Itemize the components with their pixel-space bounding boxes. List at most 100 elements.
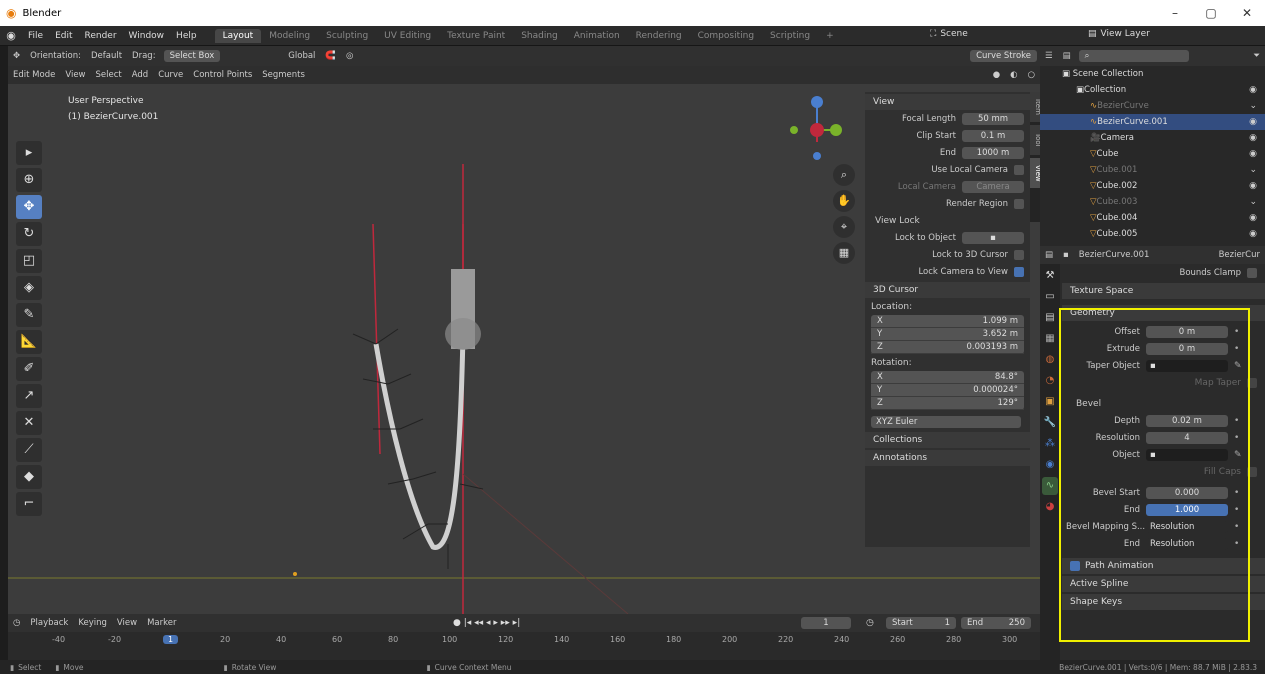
taper-object-field[interactable]: ▪: [1146, 359, 1228, 372]
bevel-mapping-end-dropdown[interactable]: Resolution: [1146, 537, 1228, 550]
viewport-menu-view[interactable]: View: [60, 70, 90, 80]
move-tool-icon[interactable]: ✥: [16, 195, 42, 219]
proportional-edit-icon[interactable]: ◎: [341, 51, 358, 61]
properties-editor[interactable]: ▤ ▪ BezierCurve.001 BezierCur ⚒ ▭ ▤ ▦ ◍ …: [1040, 246, 1265, 660]
visibility-eye-icon[interactable]: ◉: [1249, 85, 1257, 95]
bevel-subpanel[interactable]: Bevel: [1076, 399, 1101, 409]
keyframe-dot[interactable]: •: [1234, 327, 1239, 337]
clip-end-field[interactable]: 1000 m: [962, 146, 1024, 159]
orientation-dropdown[interactable]: Default: [86, 51, 127, 61]
rot-x-value[interactable]: 84.8°: [995, 372, 1018, 382]
output-tab-icon[interactable]: ▤: [1042, 309, 1058, 327]
extrude-tool-icon[interactable]: ↗: [16, 384, 42, 408]
keyframe-dot[interactable]: •: [1234, 433, 1239, 443]
texture-space-panel[interactable]: Texture Space: [1062, 283, 1265, 299]
outliner-item[interactable]: ▽ Cube.002 ◉: [1040, 178, 1265, 194]
visibility-eye-icon[interactable]: ◉: [1249, 149, 1257, 159]
outliner-item[interactable]: ▽ Cube ◉: [1040, 146, 1265, 162]
viewport-menu-segments[interactable]: Segments: [257, 70, 310, 80]
material-tab-icon[interactable]: ◕: [1042, 498, 1058, 516]
view-layer-tab-icon[interactable]: ▦: [1042, 330, 1058, 348]
collections-section-header[interactable]: Collections: [865, 432, 1030, 448]
current-frame-field[interactable]: 1: [801, 617, 851, 629]
bevel-mapping-start-dropdown[interactable]: Resolution: [1146, 520, 1228, 533]
workspace-tab-rendering[interactable]: Rendering: [628, 29, 690, 43]
workspace-tab-layout[interactable]: Layout: [214, 28, 262, 43]
cursor-rotation-vector[interactable]: X 84.8° Y 0.000024° Z 129°: [871, 371, 1024, 410]
keyframe-dot[interactable]: •: [1234, 522, 1239, 532]
outliner-item[interactable]: ∿ BezierCurve.001 ◉: [1040, 114, 1265, 130]
zoom-icon[interactable]: ⌕: [833, 164, 855, 186]
keyframe-dot[interactable]: •: [1234, 416, 1239, 426]
offset-field[interactable]: 0 m: [1146, 325, 1228, 338]
scene-selector[interactable]: ⛶ Scene: [930, 29, 968, 39]
display-mode-icon[interactable]: ▤: [1058, 51, 1076, 61]
outliner-item[interactable]: 🎥 Camera ◉: [1040, 130, 1265, 146]
3d-cursor-section-header[interactable]: 3D Cursor: [865, 282, 1030, 298]
loc-x-value[interactable]: 1.099 m: [983, 316, 1018, 326]
blender-menu-icon[interactable]: ◉: [0, 29, 22, 42]
eyedropper-icon[interactable]: ✎: [1234, 450, 1242, 460]
scene-tab-icon[interactable]: ◍: [1042, 351, 1058, 369]
transform-tool-icon[interactable]: ◈: [16, 276, 42, 300]
modifier-tab-icon[interactable]: 🔧: [1042, 414, 1058, 432]
select-tool-icon[interactable]: ▸: [16, 141, 42, 165]
path-animation-checkbox[interactable]: [1070, 561, 1080, 571]
fill-caps-checkbox[interactable]: [1247, 466, 1257, 477]
workspace-tab-animation[interactable]: Animation: [566, 29, 628, 43]
render-tab-icon[interactable]: ▭: [1042, 288, 1058, 306]
viewport-menu-control-points[interactable]: Control Points: [188, 70, 257, 80]
world-tab-icon[interactable]: ◔: [1042, 372, 1058, 390]
menu-edit[interactable]: Edit: [49, 31, 78, 41]
outliner-item[interactable]: ∿ BezierCurve ⌄: [1040, 98, 1265, 114]
measure-tool-icon[interactable]: 📐: [16, 330, 42, 354]
workspace-tab-shading[interactable]: Shading: [513, 29, 566, 43]
visibility-eye-icon[interactable]: ◉: [1249, 213, 1257, 223]
ortho-grid-icon[interactable]: ▦: [833, 242, 855, 264]
active-spline-panel[interactable]: Active Spline: [1062, 576, 1265, 592]
filter-icon[interactable]: ⏷: [1248, 51, 1265, 61]
drag-dropdown[interactable]: Select Box: [163, 50, 221, 62]
rot-y-value[interactable]: 0.000024°: [973, 385, 1018, 395]
timeline-ruler[interactable]: -40 -20 1 20 40 60 80 100 120 140 160 18…: [8, 632, 1040, 646]
shear-tool-icon[interactable]: ⌐: [16, 492, 42, 516]
timeline-menu-keying[interactable]: Keying: [73, 618, 112, 628]
bevel-end-field[interactable]: 1.000: [1146, 503, 1228, 516]
transform-orientation-dropdown[interactable]: Global: [283, 51, 320, 61]
add-workspace-button[interactable]: +: [818, 29, 842, 43]
mode-dropdown[interactable]: Edit Mode: [8, 70, 60, 80]
curve-data-tab-icon[interactable]: ∿: [1042, 477, 1058, 495]
geometry-panel[interactable]: Geometry: [1062, 305, 1265, 321]
outliner-scene-collection[interactable]: ▣ Scene Collection: [1040, 66, 1265, 82]
map-taper-checkbox[interactable]: [1247, 377, 1257, 388]
properties-editor-type-icon[interactable]: ▤: [1040, 250, 1058, 260]
visibility-eye-icon[interactable]: ◉: [1249, 117, 1257, 127]
timeline-editor[interactable]: ◷ Playback Keying View Marker ● |◂ ◂◂ ◂ …: [8, 614, 1040, 660]
bounds-clamp-checkbox[interactable]: [1247, 267, 1257, 278]
visibility-eye-icon[interactable]: ◉: [1249, 229, 1257, 239]
path-animation-panel[interactable]: Path Animation: [1062, 558, 1265, 574]
rotation-mode-dropdown[interactable]: XYZ Euler: [871, 415, 1021, 428]
radius-tool-icon[interactable]: ✕: [16, 411, 42, 435]
timeline-menu-view[interactable]: View: [112, 618, 142, 628]
workspace-tab-compositing[interactable]: Compositing: [690, 29, 762, 43]
outliner-item[interactable]: ▽ Cube.003 ⌄: [1040, 194, 1265, 210]
viewport-menu-add[interactable]: Add: [127, 70, 153, 80]
keyframe-dot[interactable]: •: [1234, 344, 1239, 354]
use-local-camera-checkbox[interactable]: [1014, 164, 1024, 175]
timeline-menu-playback[interactable]: Playback: [25, 618, 73, 628]
visibility-eye-icon[interactable]: ◉: [1249, 181, 1257, 191]
annotate-tool-icon[interactable]: ✎: [16, 303, 42, 327]
timeline-editor-type-icon[interactable]: ◷: [8, 618, 25, 628]
start-frame-field[interactable]: Start 1: [886, 617, 956, 629]
eyedropper-icon[interactable]: ✎: [1234, 361, 1242, 371]
viewport-menu-curve[interactable]: Curve: [153, 70, 188, 80]
tilt-tool-icon[interactable]: ⟋: [16, 438, 42, 462]
viewport-menu-select[interactable]: Select: [91, 70, 127, 80]
workspace-tab-modeling[interactable]: Modeling: [261, 29, 318, 43]
local-camera-field[interactable]: Camera: [962, 180, 1024, 193]
extrude-field[interactable]: 0 m: [1146, 342, 1228, 355]
outliner-item[interactable]: ▽ Cube.005 ◉: [1040, 226, 1265, 242]
outliner-item[interactable]: ▽ Cube.004 ◉: [1040, 210, 1265, 226]
outliner[interactable]: ☰ ▤ ⌕ ⏷ ▣ Scene Collection ▣ Collection ◉…: [1040, 46, 1265, 246]
